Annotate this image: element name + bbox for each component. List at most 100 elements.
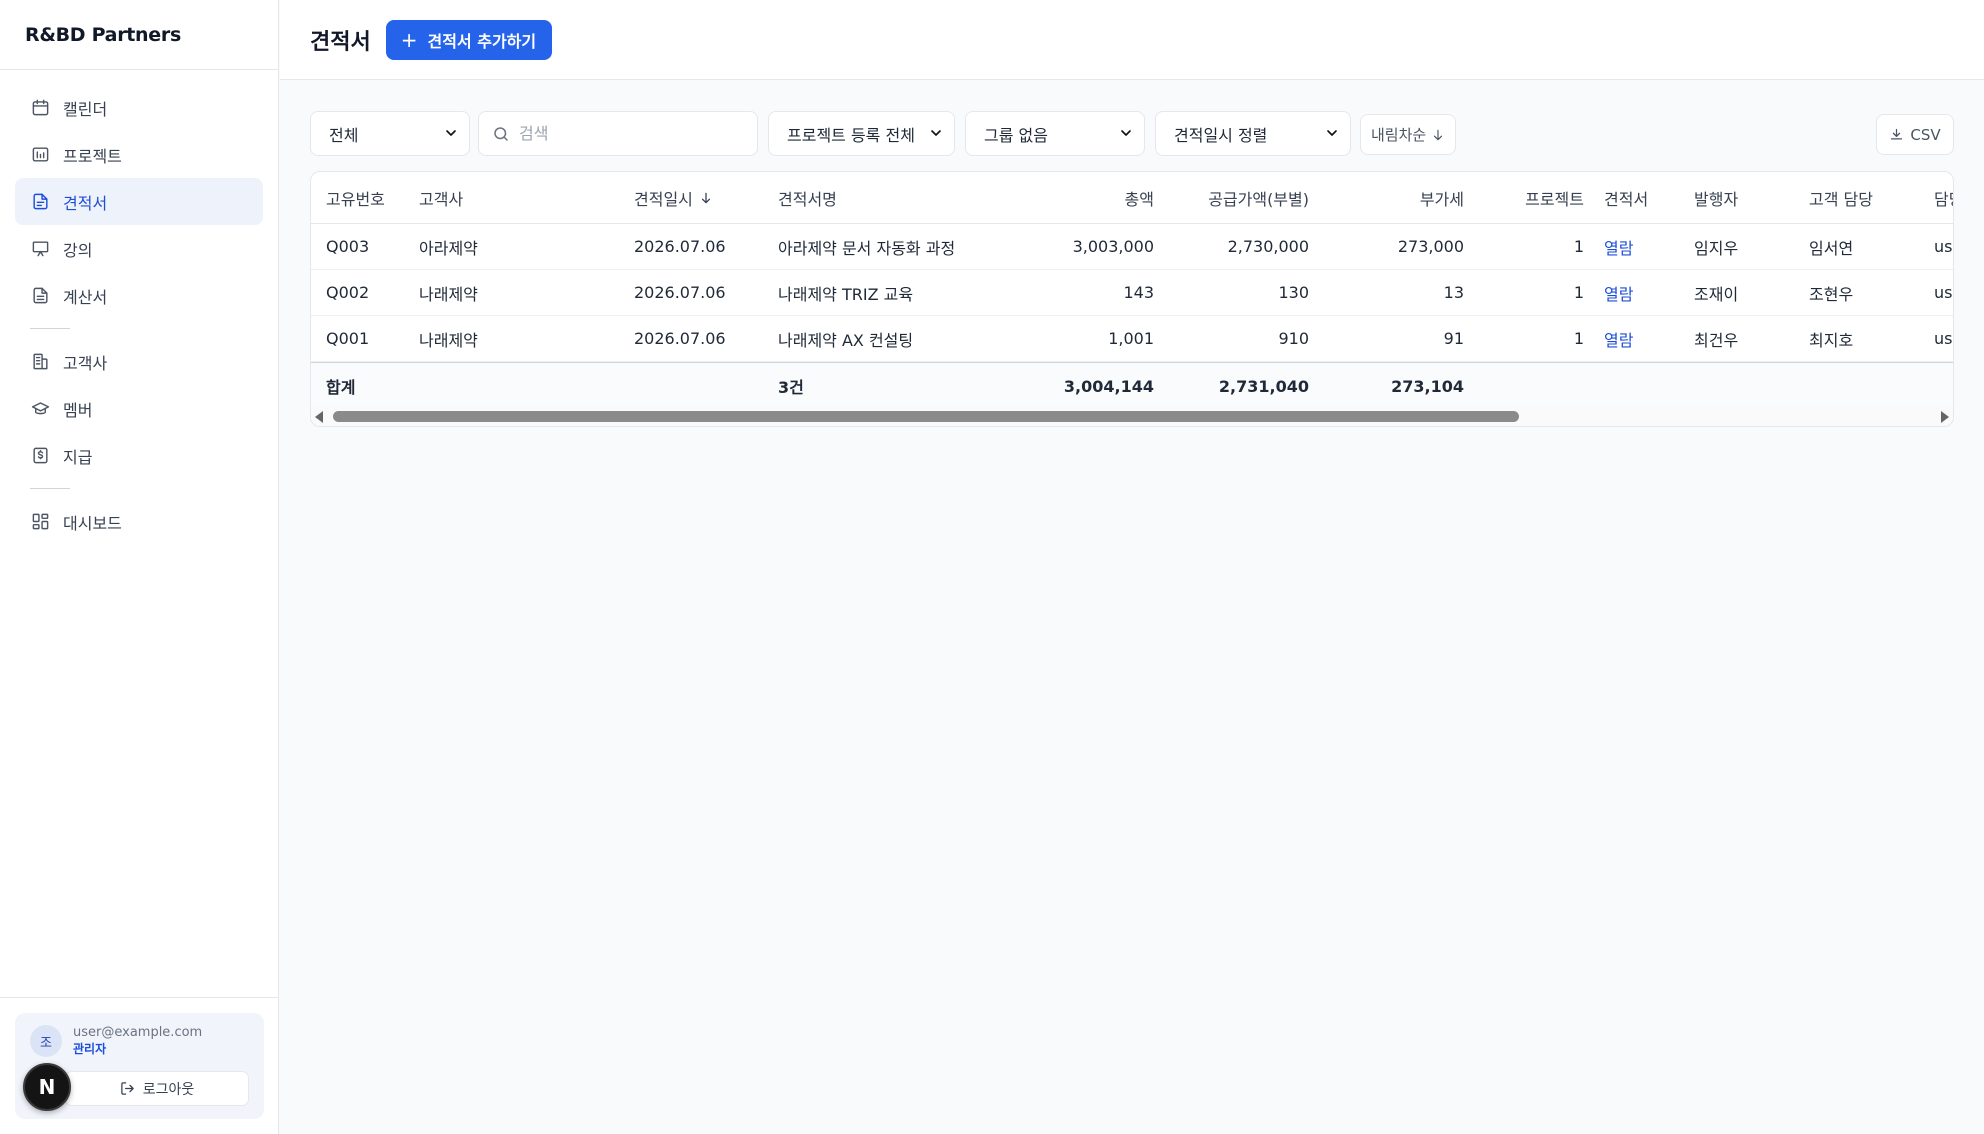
col-header-project[interactable]: 프로젝트 (1476, 172, 1584, 223)
page-header: 견적서 + 견적서 추가하기 (280, 0, 1984, 80)
col-header-id[interactable]: 고유번호 (326, 172, 385, 223)
next-dev-indicator[interactable]: N (23, 1063, 71, 1111)
sidebar-item-members[interactable]: 멤버 (15, 385, 263, 432)
col-header-document[interactable]: 견적서 (1604, 172, 1648, 223)
cell-client: 나래제약 (419, 330, 478, 350)
view-quote-link[interactable]: 열람 (1604, 270, 1633, 315)
presentation-icon (30, 239, 50, 259)
cell-quote-name: 나래제약 TRIZ 교육 (778, 284, 914, 304)
scroll-left-arrow-icon[interactable] (315, 411, 323, 423)
cell-owner: us (1934, 237, 1953, 256)
add-quote-button[interactable]: + 견적서 추가하기 (385, 19, 553, 60)
search-input[interactable] (519, 124, 719, 143)
table-header: 고유번호 고객사 견적일시 견적서명 총액 공급가액(부별) 부가세 프로젝트 … (311, 172, 1953, 224)
calendar-icon (30, 98, 50, 118)
col-header-supply[interactable]: 공급가액(부별) (1166, 172, 1309, 223)
cell-total: 143 (1123, 283, 1154, 302)
sidebar-item-payments[interactable]: 지급 (15, 432, 263, 479)
cell-supply: 910 (1278, 329, 1309, 348)
sidebar-item-clients[interactable]: 고객사 (15, 338, 263, 385)
sidebar: R&BD Partners 캘린더 프로젝트 견적서 강의 계산서 고객사 멤버… (0, 0, 279, 1134)
project-registration-value: 프로젝트 등록 전체 (787, 125, 915, 145)
user-email: user@example.com (73, 1025, 203, 1040)
horizontal-scrollbar[interactable] (311, 406, 1953, 426)
cell-issuer: 조재이 (1694, 284, 1739, 304)
logout-button[interactable]: 로그아웃 (65, 1071, 249, 1106)
receipt-dollar-icon (30, 446, 50, 466)
col-header-vat[interactable]: 부가세 (1321, 172, 1464, 223)
cell-vat: 91 (1443, 329, 1464, 348)
sidebar-item-projects[interactable]: 프로젝트 (15, 131, 263, 178)
col-header-issuer[interactable]: 발행자 (1694, 172, 1738, 223)
cell-client-contact: 최지호 (1809, 330, 1854, 350)
cell-issuer: 임지우 (1694, 238, 1739, 258)
total-supply: 2,731,040 (1218, 376, 1309, 396)
sidebar-item-label: 계산서 (63, 287, 108, 307)
csv-export-button[interactable]: CSV (1876, 114, 1954, 155)
file-text-icon (30, 286, 50, 306)
sort-select[interactable]: 견적일시 정렬 (1155, 111, 1351, 156)
chevron-down-icon (931, 130, 941, 136)
cell-client-contact: 임서연 (1809, 238, 1854, 258)
col-header-client-contact[interactable]: 고객 담당 (1809, 172, 1873, 223)
cell-client-contact: 조현우 (1809, 284, 1854, 304)
col-header-owner[interactable]: 담당 (1934, 172, 1953, 223)
group-select-value: 그룹 없음 (984, 125, 1048, 145)
col-header-client[interactable]: 고객사 (419, 172, 463, 223)
table-row[interactable]: Q001 나래제약 2026.07.06 나래제약 AX 컨설팅 1,001 9… (311, 316, 1953, 362)
table-row[interactable]: Q003 아라제약 2026.07.06 아라제약 문서 자동화 과정 3,00… (311, 224, 1953, 270)
cell-owner: us (1934, 283, 1953, 302)
group-select[interactable]: 그룹 없음 (965, 111, 1145, 156)
col-header-quote-name[interactable]: 견적서명 (778, 172, 837, 223)
cell-vat: 273,000 (1397, 237, 1464, 256)
sidebar-item-lectures[interactable]: 강의 (15, 225, 263, 272)
cell-issuer: 최건우 (1694, 330, 1739, 350)
chart-board-icon (30, 145, 50, 165)
sidebar-item-label: 견적서 (63, 193, 108, 213)
sidebar-item-calendar[interactable]: 캘린더 (15, 84, 263, 131)
cell-vat: 13 (1443, 283, 1464, 302)
chevron-down-icon (1121, 130, 1131, 136)
sidebar-item-label: 고객사 (63, 353, 108, 373)
scroll-right-arrow-icon[interactable] (1941, 411, 1949, 423)
total-count: 3건 (778, 378, 804, 397)
sort-select-value: 견적일시 정렬 (1174, 125, 1268, 145)
sort-order-label: 내림차순 (1371, 126, 1427, 144)
sort-order-button[interactable]: 내림차순 (1360, 114, 1457, 155)
sidebar-item-label: 멤버 (63, 400, 93, 420)
download-icon (1891, 128, 1903, 140)
cell-quote-name: 나래제약 AX 컨설팅 (778, 330, 914, 350)
status-select[interactable]: 전체 (310, 111, 470, 156)
sidebar-item-label: 캘린더 (63, 99, 108, 119)
table-footer-totals: 합계 3건 3,004,144 2,731,040 273,104 (311, 362, 1953, 409)
cell-project: 1 (1573, 283, 1584, 302)
user-role: 관리자 (73, 1042, 107, 1056)
cell-project: 1 (1573, 237, 1584, 256)
cell-date: 2026.07.06 (634, 329, 726, 348)
cell-id: Q003 (326, 237, 370, 256)
project-registration-select[interactable]: 프로젝트 등록 전체 (768, 111, 955, 156)
view-quote-link[interactable]: 열람 (1604, 224, 1633, 269)
add-quote-label: 견적서 추가하기 (427, 31, 537, 51)
cell-total: 1,001 (1108, 329, 1154, 348)
logout-icon (120, 1082, 134, 1095)
logout-label: 로그아웃 (142, 1081, 195, 1098)
table-row[interactable]: Q002 나래제약 2026.07.06 나래제약 TRIZ 교육 143 13… (311, 270, 1953, 316)
cell-project: 1 (1573, 329, 1584, 348)
cell-client: 아라제약 (419, 238, 478, 258)
col-header-date[interactable]: 견적일시 (634, 172, 713, 223)
search-field[interactable] (478, 111, 758, 156)
brand-logo[interactable]: R&BD Partners (0, 0, 278, 70)
page-title: 견적서 (310, 29, 371, 55)
sidebar-item-label: 프로젝트 (63, 146, 122, 166)
cell-client: 나래제약 (419, 284, 478, 304)
sort-desc-icon (701, 192, 711, 203)
col-header-total[interactable]: 총액 (1051, 172, 1154, 223)
view-quote-link[interactable]: 열람 (1604, 316, 1633, 361)
sidebar-item-quotes[interactable]: 견적서 (15, 178, 263, 225)
sidebar-item-dashboard[interactable]: 대시보드 (15, 498, 263, 545)
csv-label: CSV (1910, 125, 1941, 144)
cell-id: Q002 (326, 283, 370, 302)
scrollbar-thumb[interactable] (333, 411, 1519, 422)
sidebar-item-invoices[interactable]: 계산서 (15, 272, 263, 319)
